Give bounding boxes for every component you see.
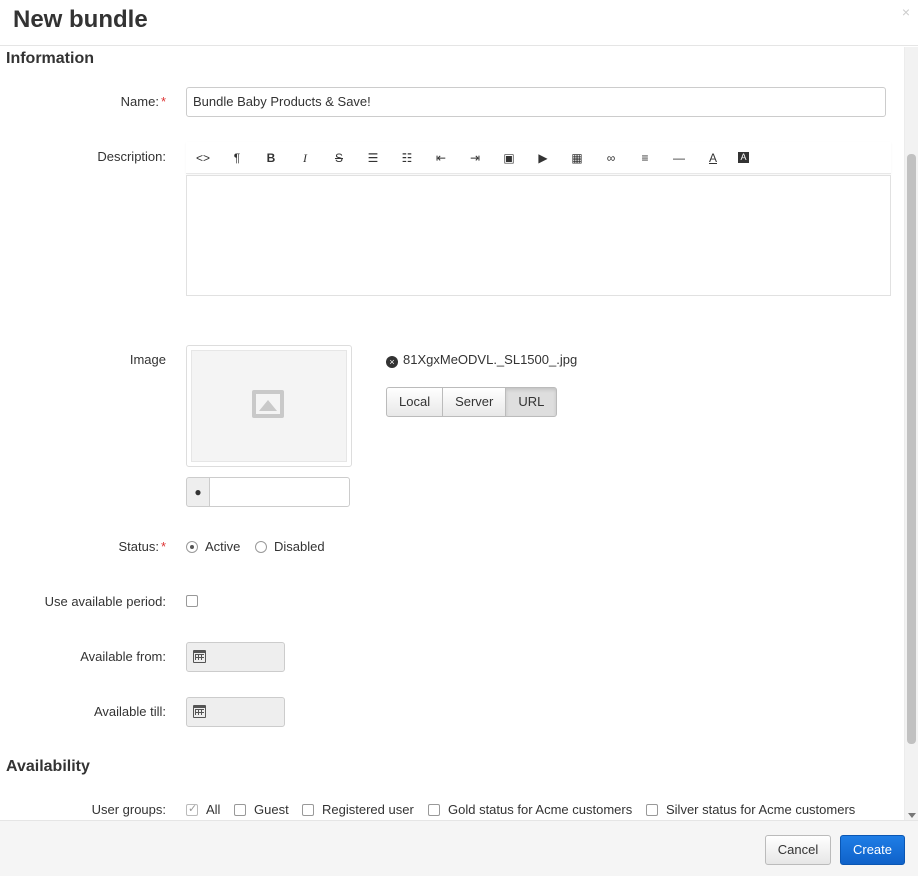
link-icon[interactable]: ∞ [602, 149, 620, 167]
user-group-silver[interactable]: Silver status for Acme customers [646, 802, 855, 817]
image-label: Image [129, 352, 166, 367]
available-from-input[interactable] [186, 642, 285, 672]
file-name-text: 81XgxMeODVL._SL1500_.jpg [403, 352, 578, 367]
image-file-name: × 81XgxMeODVL._SL1500_.jpg [386, 352, 577, 368]
checkbox-all[interactable] [186, 802, 198, 816]
image-icon[interactable]: ▣ [500, 149, 518, 167]
calendar-icon[interactable] [193, 650, 206, 663]
name-label: Name: * [120, 94, 166, 109]
description-editor[interactable] [186, 175, 891, 296]
status-label: Status: * [118, 539, 166, 554]
checkbox-silver[interactable] [646, 804, 658, 816]
create-button[interactable]: Create [840, 835, 905, 865]
checkbox-gold[interactable] [428, 804, 440, 816]
horizontal-rule-icon[interactable]: — [670, 149, 688, 167]
image-placeholder-icon [252, 390, 284, 418]
name-input[interactable]: Bundle Baby Products & Save! [186, 87, 886, 117]
image-source-group: Local Server URL [386, 387, 558, 417]
dialog-footer: Cancel Create [0, 820, 918, 876]
available-from-label: Available from: [80, 649, 166, 664]
dialog-header: New bundle × [0, 0, 918, 46]
description-label: Description: [97, 149, 166, 164]
available-till-input[interactable] [186, 697, 285, 727]
comment-icon: ● [186, 477, 210, 507]
scroll-thumb[interactable] [907, 154, 916, 744]
italic-icon[interactable]: I [296, 149, 314, 167]
dialog-title: New bundle [13, 6, 148, 33]
status-active-option[interactable]: Active [186, 539, 240, 554]
checkbox-registered[interactable] [302, 804, 314, 816]
checkbox-guest[interactable] [234, 804, 246, 816]
ordered-list-icon[interactable]: ☷ [398, 149, 416, 167]
table-icon[interactable]: ▦ [568, 149, 586, 167]
image-alt-input[interactable] [209, 477, 350, 507]
use-period-checkbox[interactable] [186, 595, 198, 607]
close-icon[interactable]: × [902, 4, 910, 20]
strikethrough-icon[interactable]: S [330, 149, 348, 167]
calendar-icon[interactable] [193, 705, 206, 718]
radio-disabled[interactable] [255, 541, 267, 553]
font-color-icon[interactable]: A [704, 149, 722, 167]
scrollbar[interactable] [904, 47, 918, 820]
paragraph-icon[interactable]: ¶ [228, 149, 246, 167]
align-icon[interactable]: ≡ [636, 149, 654, 167]
user-group-guest[interactable]: Guest [234, 802, 289, 817]
use-period-label: Use available period: [44, 594, 166, 609]
scroll-down-icon[interactable] [908, 813, 916, 818]
bold-icon[interactable]: B [262, 149, 280, 167]
dialog-body: Information Name: * Bundle Baby Products … [0, 47, 918, 820]
source-server-button[interactable]: Server [442, 387, 507, 417]
source-url-button[interactable]: URL [505, 387, 558, 417]
image-preview [186, 345, 352, 467]
image-alt-group: ● [186, 477, 350, 507]
user-group-registered[interactable]: Registered user [302, 802, 414, 817]
section-title-availability: Availability [6, 758, 90, 775]
user-group-all[interactable]: All [186, 802, 220, 817]
available-till-label: Available till: [93, 704, 166, 719]
user-group-gold[interactable]: Gold status for Acme customers [428, 802, 632, 817]
radio-active[interactable] [186, 541, 198, 553]
new-bundle-dialog: New bundle × Information Name: * Bundle B… [0, 0, 918, 876]
use-period-checkbox-wrap[interactable] [186, 593, 206, 608]
source-local-button[interactable]: Local [386, 387, 444, 417]
remove-file-icon[interactable]: × [386, 356, 398, 368]
code-icon[interactable]: <> [194, 149, 212, 167]
status-disabled-option[interactable]: Disabled [255, 539, 325, 554]
video-icon[interactable]: ▶ [534, 149, 552, 167]
editor-toolbar: <> ¶ B I S ☰ ☷ ⇤ ⇥ ▣ ▶ ▦ ∞ ≡ — A A [186, 142, 891, 174]
user-groups-label: User groups: [91, 802, 166, 817]
indent-icon[interactable]: ⇥ [466, 149, 484, 167]
cancel-button[interactable]: Cancel [765, 835, 831, 865]
outdent-icon[interactable]: ⇤ [432, 149, 450, 167]
section-title-information: Information [6, 50, 94, 67]
unordered-list-icon[interactable]: ☰ [364, 149, 382, 167]
background-color-icon[interactable]: A [738, 152, 749, 163]
